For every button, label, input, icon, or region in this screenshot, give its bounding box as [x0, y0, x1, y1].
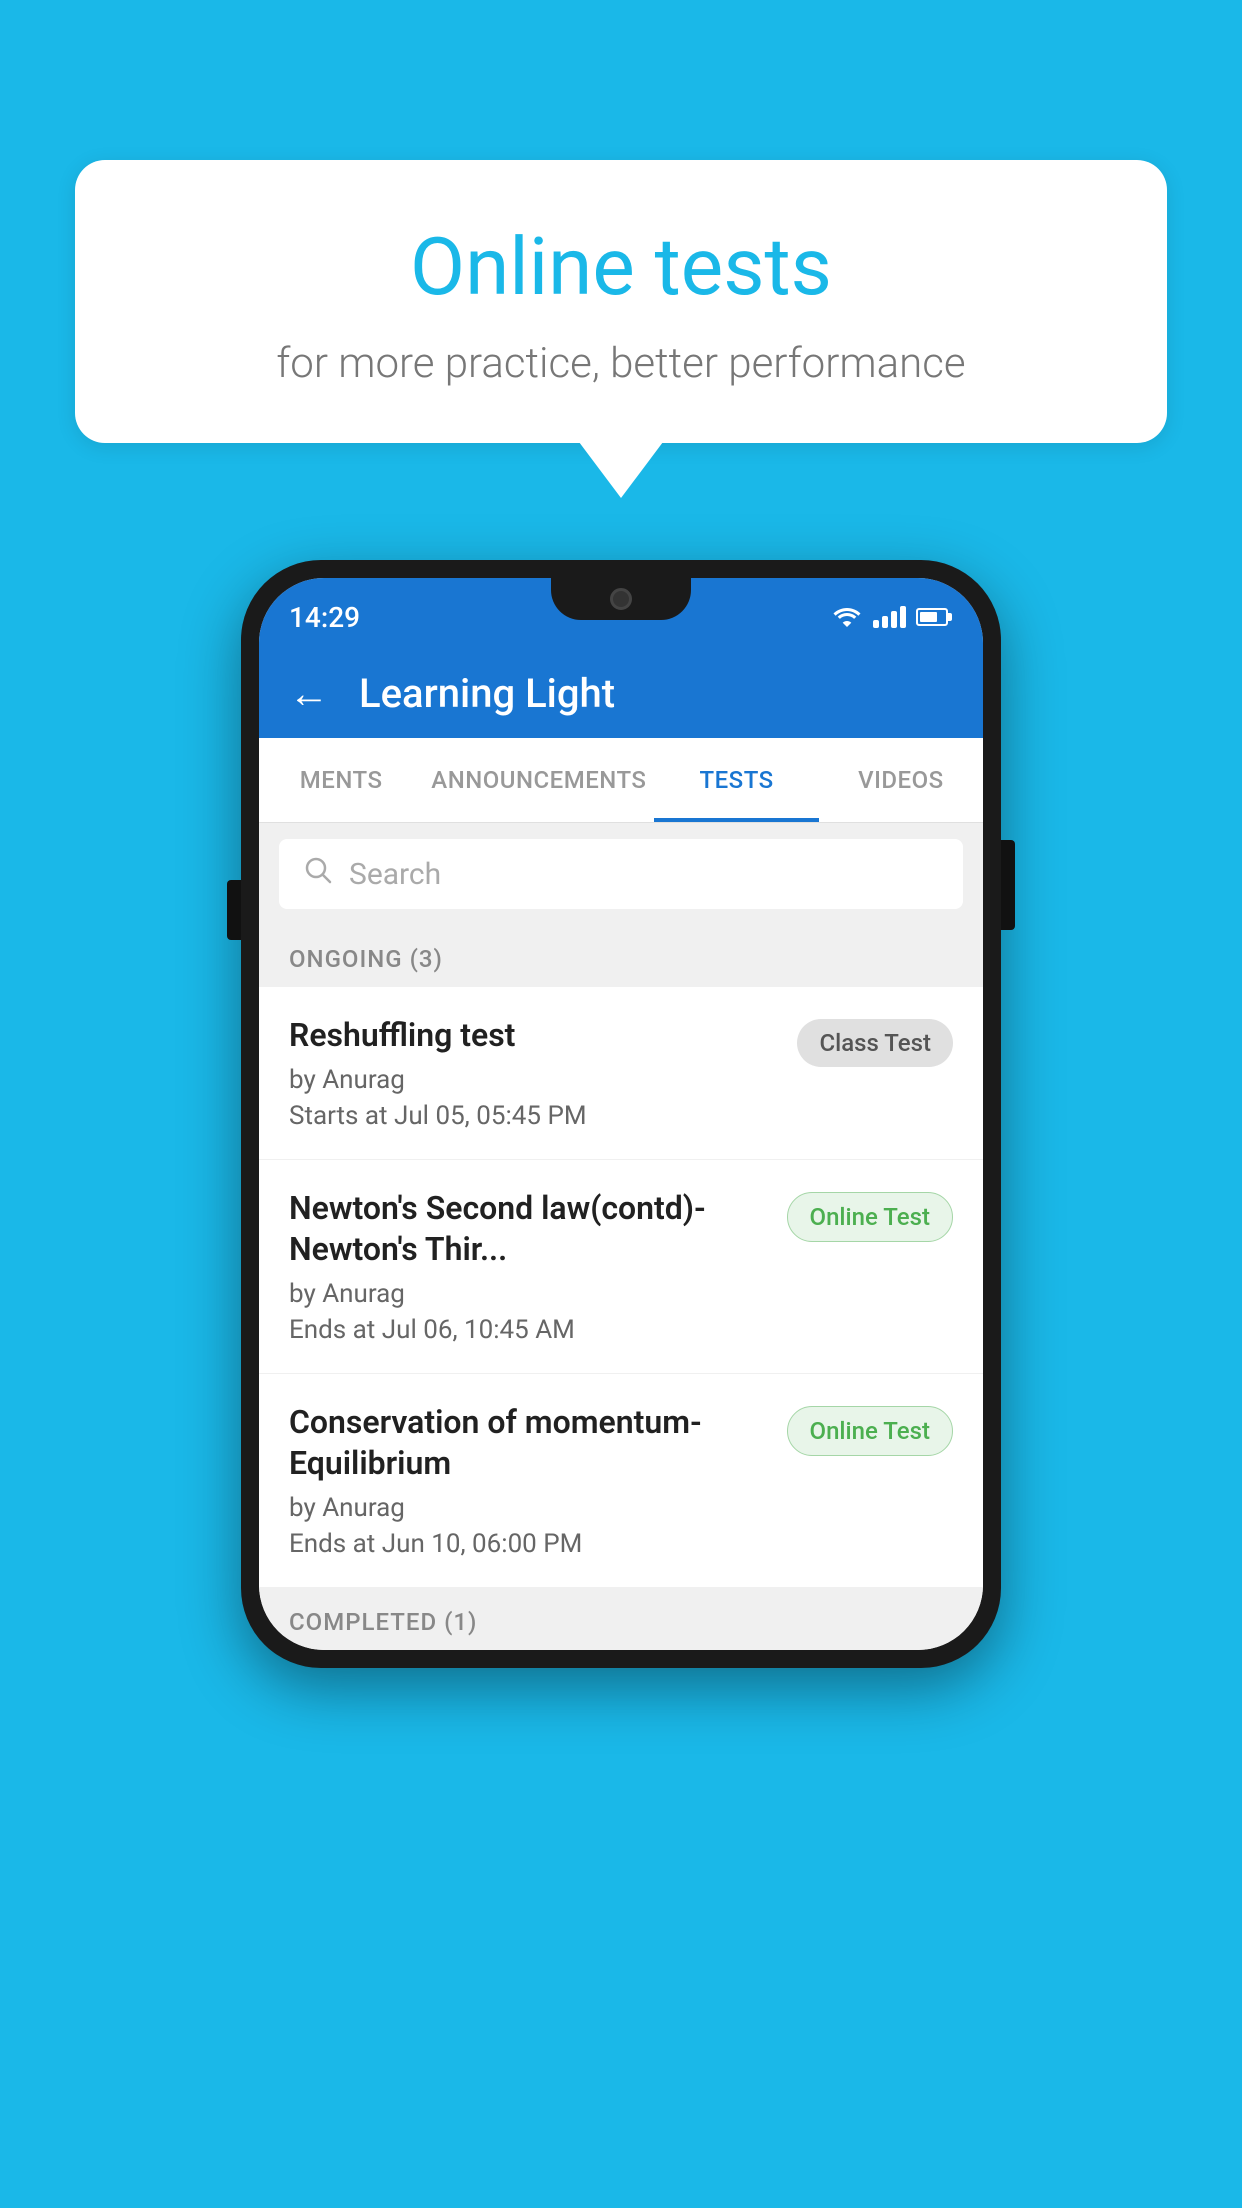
- speech-bubble-container: Online tests for more practice, better p…: [75, 160, 1167, 443]
- search-placeholder-text: Search: [349, 857, 441, 892]
- search-icon: [303, 855, 333, 893]
- search-bar[interactable]: Search: [279, 839, 963, 909]
- test-name-2: Newton's Second law(contd)-Newton's Thir…: [289, 1188, 767, 1271]
- speech-bubble-subtitle: for more practice, better performance: [145, 339, 1097, 388]
- test-author-3: by Anurag: [289, 1493, 767, 1523]
- test-badge-1: Class Test: [797, 1019, 953, 1067]
- battery-fill: [920, 612, 937, 622]
- app-title: Learning Light: [359, 670, 615, 717]
- test-badge-3: Online Test: [787, 1406, 953, 1456]
- app-header: ← Learning Light: [259, 648, 983, 738]
- battery-icon: [916, 608, 948, 626]
- tab-videos[interactable]: VIDEOS: [819, 738, 983, 822]
- wifi-icon: [831, 605, 863, 629]
- completed-section-header: COMPLETED (1): [259, 1588, 983, 1650]
- tabs-container: MENTS ANNOUNCEMENTS TESTS VIDEOS: [259, 738, 983, 823]
- tests-list: Reshuffling test by Anurag Starts at Jul…: [259, 987, 983, 1588]
- phone-inner: 14:29: [259, 578, 983, 1650]
- phone-notch: [551, 578, 691, 620]
- test-author-2: by Anurag: [289, 1279, 767, 1309]
- test-date-2: Ends at Jul 06, 10:45 AM: [289, 1315, 767, 1345]
- tab-tests[interactable]: TESTS: [654, 738, 818, 822]
- test-info-1: Reshuffling test by Anurag Starts at Jul…: [289, 1015, 797, 1131]
- status-icons: [831, 605, 948, 629]
- tab-ments[interactable]: MENTS: [259, 738, 423, 822]
- test-name-1: Reshuffling test: [289, 1015, 777, 1057]
- phone-camera: [610, 588, 632, 610]
- test-info-3: Conservation of momentum-Equilibrium by …: [289, 1402, 787, 1559]
- test-date-1: Starts at Jul 05, 05:45 PM: [289, 1101, 777, 1131]
- test-name-3: Conservation of momentum-Equilibrium: [289, 1402, 767, 1485]
- completed-label: COMPLETED (1): [289, 1608, 477, 1636]
- test-item-1[interactable]: Reshuffling test by Anurag Starts at Jul…: [259, 987, 983, 1160]
- test-item-3[interactable]: Conservation of momentum-Equilibrium by …: [259, 1374, 983, 1588]
- test-date-3: Ends at Jun 10, 06:00 PM: [289, 1529, 767, 1559]
- back-button[interactable]: ←: [289, 670, 329, 717]
- test-author-1: by Anurag: [289, 1065, 777, 1095]
- speech-bubble-title: Online tests: [145, 220, 1097, 314]
- test-item-2[interactable]: Newton's Second law(contd)-Newton's Thir…: [259, 1160, 983, 1374]
- search-container: Search: [259, 823, 983, 925]
- test-badge-2: Online Test: [787, 1192, 953, 1242]
- tab-announcements[interactable]: ANNOUNCEMENTS: [423, 738, 654, 822]
- phone-outer: 14:29: [241, 560, 1001, 1668]
- speech-bubble: Online tests for more practice, better p…: [75, 160, 1167, 443]
- phone-container: 14:29: [241, 560, 1001, 1668]
- signal-icon: [873, 606, 906, 628]
- test-info-2: Newton's Second law(contd)-Newton's Thir…: [289, 1188, 787, 1345]
- ongoing-label: ONGOING (3): [289, 945, 443, 973]
- status-time: 14:29: [289, 601, 360, 634]
- ongoing-section-header: ONGOING (3): [259, 925, 983, 987]
